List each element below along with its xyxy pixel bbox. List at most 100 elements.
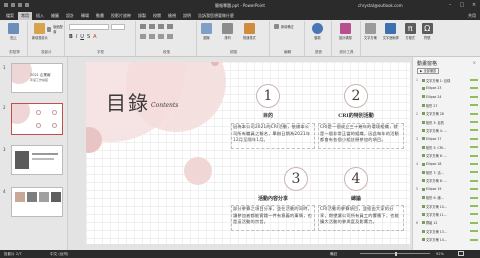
current-slide[interactable]: 目錄 Contents 1 目的 因為本公司2021的CRI活動，依據本公司所有…	[86, 62, 410, 244]
section-body[interactable]: 部分參賽之項目分享，並在活動的同時，讓參加者都能實踐一件有意義的事情，也是這活動…	[233, 206, 313, 226]
animation-timing-bar[interactable]	[470, 179, 478, 182]
paste-button[interactable]: 貼上	[8, 23, 19, 40]
animation-item[interactable]: 文字方塊 8: ...	[416, 178, 478, 184]
bullets-icon[interactable]	[140, 24, 146, 29]
animation-timing-bar[interactable]	[470, 104, 478, 107]
animation-timing-bar[interactable]	[470, 188, 478, 191]
slide-main-subtitle[interactable]: Contents	[151, 102, 178, 109]
align-center-icon[interactable]	[149, 34, 155, 39]
tab-file[interactable]: 檔案	[3, 12, 17, 20]
layout-button[interactable]: 版面配置	[47, 24, 64, 34]
justify-icon[interactable]	[167, 34, 173, 39]
save-icon[interactable]	[4, 3, 8, 7]
section-title[interactable]: CRI的特別活動	[324, 112, 388, 119]
animation-item[interactable]: 1 文字方塊 1: 目錄	[416, 77, 478, 83]
equation-button[interactable]: π 方程式	[404, 23, 416, 40]
section-body[interactable]: CRI活動的參賽項目，並經由大家的分享，期望讓公司所有員工的響應下，也能擴大活動…	[320, 206, 402, 226]
animation-timing-bar[interactable]	[470, 87, 478, 90]
animation-item[interactable]: 文字方塊 11...	[416, 211, 478, 217]
animation-item[interactable]: Ellipse 24	[416, 94, 478, 100]
symbol-button[interactable]: Ω 符號	[421, 23, 433, 40]
add-notes-button[interactable]: 新增備註	[274, 24, 294, 29]
shapes-button[interactable]: 圖案	[201, 23, 212, 40]
redo-icon[interactable]	[18, 3, 22, 7]
animation-item[interactable]: 矩形 5: CRI...	[416, 144, 478, 150]
animation-timing-bar[interactable]	[470, 95, 478, 98]
quick-styles-button[interactable]: 快速樣式	[243, 23, 256, 40]
animation-timing-bar[interactable]	[470, 121, 478, 123]
minimize-icon[interactable]: –	[447, 2, 453, 8]
notes-toggle[interactable]: 備註	[330, 252, 337, 257]
section-number-circle[interactable]: 3	[284, 167, 308, 191]
animation-timing-bar[interactable]	[470, 163, 478, 165]
fit-slide-icon[interactable]	[458, 251, 464, 256]
animation-timing-bar[interactable]	[470, 221, 478, 224]
align-left-icon[interactable]	[140, 34, 146, 39]
zoom-level[interactable]: 92%	[436, 252, 444, 256]
close-icon[interactable]: ×	[471, 2, 477, 8]
animation-timing-bar[interactable]	[470, 230, 478, 233]
animation-item[interactable]: 矩形 7: 活...	[416, 169, 478, 175]
tab-home[interactable]: 常用	[18, 11, 32, 20]
section-body[interactable]: 因為本公司2021的CRI活動，依據本公司所有職員之報名，舉辦日期為2021年1…	[233, 124, 313, 144]
animation-timing-bar[interactable]	[470, 154, 478, 157]
tell-me-search[interactable]: 告訴我您想要做什麼	[195, 12, 237, 20]
section-number-circle[interactable]: 2	[344, 84, 368, 108]
animation-item[interactable]: 4 Ellipse 18	[416, 161, 478, 167]
numbering-icon[interactable]	[149, 24, 155, 29]
section-title[interactable]: 目的	[246, 112, 290, 119]
maximize-icon[interactable]: □	[459, 2, 465, 8]
animation-item[interactable]: 5 Ellipse 19	[416, 186, 478, 192]
animation-item[interactable]: 6 群組 12	[416, 220, 478, 226]
underline-icon[interactable]: U	[80, 34, 84, 40]
animation-item[interactable]: Ellipse 23	[416, 85, 478, 91]
indent-icon[interactable]	[158, 24, 164, 29]
font-size-dropdown[interactable]	[111, 24, 125, 30]
animation-item[interactable]: 3 Ellipse 17	[416, 136, 478, 142]
section-title[interactable]: 總論	[334, 195, 378, 202]
wordart-button[interactable]: 文字藝術師	[383, 23, 399, 40]
undo-icon[interactable]	[11, 3, 15, 7]
animation-item[interactable]: 矩形 27	[416, 102, 478, 108]
font-color-icon[interactable]: A	[93, 34, 96, 40]
slide-thumbnail-4[interactable]	[11, 187, 63, 217]
animation-timing-bar[interactable]	[470, 238, 478, 241]
play-all-button[interactable]: ▶ 全部播放	[417, 68, 439, 74]
slide-thumbnail-1[interactable]: 2021 企業報 年度工作總結	[11, 63, 63, 93]
animation-item[interactable]: 矩形 3: 目的	[416, 119, 478, 125]
new-slide-button[interactable]: 新增投影片	[32, 23, 48, 40]
animation-item[interactable]: 文字方塊 6: ...	[416, 153, 478, 159]
tab-insert[interactable]: 插入	[33, 12, 47, 20]
animation-timing-bar[interactable]	[470, 205, 478, 207]
animation-item[interactable]: 文字方塊 14...	[416, 237, 478, 243]
animation-timing-bar[interactable]	[470, 129, 478, 132]
animation-timing-bar[interactable]	[470, 112, 478, 115]
animation-timing-bar[interactable]	[470, 213, 478, 216]
slide-thumbnail-2[interactable]	[11, 103, 63, 135]
bold-icon[interactable]: B	[69, 34, 73, 40]
tab-draw[interactable]: 繪圖	[48, 12, 62, 20]
slide-main-title[interactable]: 目錄	[106, 87, 150, 116]
strikethrough-icon[interactable]: S	[87, 34, 90, 40]
animation-timing-bar[interactable]	[470, 79, 478, 81]
tab-help[interactable]: 說明	[180, 12, 194, 20]
tab-animations[interactable]: 動畫	[93, 12, 107, 20]
tab-transitions[interactable]: 轉場	[78, 12, 92, 20]
animation-item[interactable]: 文字方塊 10...	[416, 203, 478, 209]
font-name-dropdown[interactable]	[69, 24, 109, 30]
textbox-button[interactable]: 文字方塊	[364, 23, 377, 40]
animation-timing-bar[interactable]	[470, 146, 478, 149]
italic-icon[interactable]: I	[76, 34, 77, 40]
close-icon[interactable]: ×	[473, 60, 476, 65]
zoom-slider-thumb[interactable]	[395, 251, 397, 256]
design-ideas-button[interactable]: 設計構想	[339, 23, 352, 40]
share-button[interactable]: 共用	[468, 13, 476, 19]
section-body[interactable]: CRI是一個成立三十幾年的環境組織，就是一個非常正當的組織，因此每年的活動都會有…	[320, 124, 402, 144]
section-title[interactable]: 活動內容分享	[251, 195, 295, 202]
animation-timing-bar[interactable]	[470, 137, 478, 140]
account-name[interactable]: chrystal@outlook.com	[358, 3, 403, 8]
animation-timing-bar[interactable]	[470, 171, 478, 174]
line-spacing-icon[interactable]	[167, 24, 173, 29]
section-number-circle[interactable]: 4	[344, 167, 368, 191]
language-indicator[interactable]: 中文 (台灣)	[50, 252, 68, 257]
